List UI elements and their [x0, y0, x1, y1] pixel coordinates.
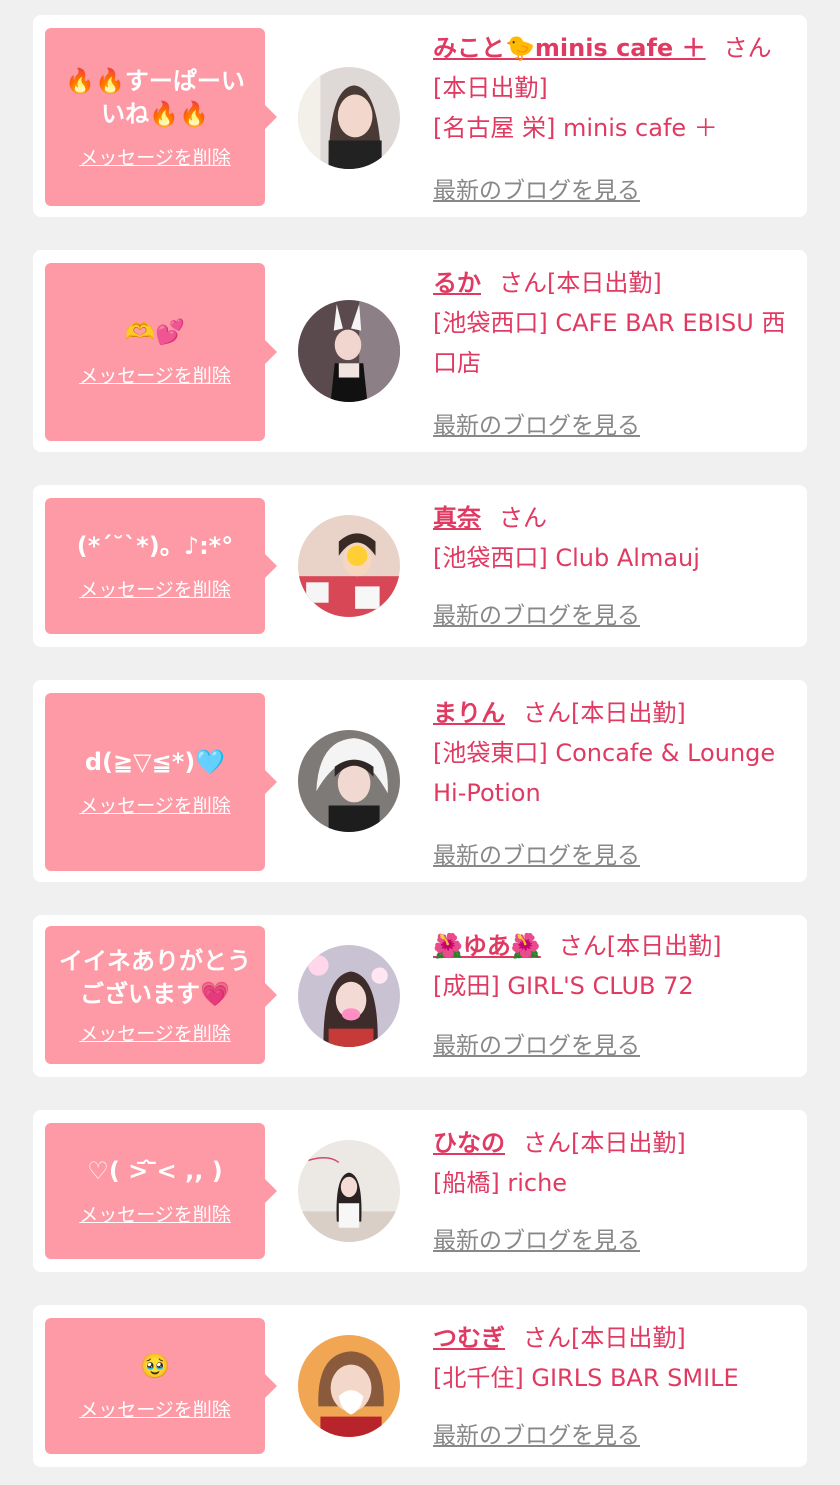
cast-name-link[interactable]: ひなの	[433, 1129, 505, 1157]
delete-message-link[interactable]: メッセージを削除	[79, 791, 231, 818]
shop-detail: [成田] GIRL'S CLUB 72	[433, 972, 694, 1000]
name-suffix: さん[本日出勤]	[523, 1129, 686, 1157]
message-text: 🔥🔥すーぱーい いね🔥🔥	[65, 66, 245, 128]
name-suffix: さん	[499, 504, 547, 532]
latest-blog-link[interactable]: 最新のブログを見る	[433, 1416, 640, 1450]
cast-info: るか さん[本日出勤] [池袋西口] CAFE BAR EBISU 西 口店	[433, 263, 795, 383]
shop-detail: [本日出勤]	[433, 74, 548, 102]
delete-message-link[interactable]: メッセージを削除	[79, 143, 231, 170]
cast-info: ひなの さん[本日出勤] [船橋] riche	[433, 1123, 795, 1203]
message-text: 🥹	[140, 1352, 170, 1380]
cast-name-link[interactable]: みこと🐤minis cafe ＋	[433, 34, 706, 62]
avatar[interactable]	[298, 515, 400, 617]
cast-name-link[interactable]: るか	[433, 269, 481, 297]
message-bubble: (*´˘`*)。♪:*° メッセージを削除	[45, 498, 277, 634]
avatar[interactable]	[298, 945, 400, 1047]
notification-card: 🫶💕 メッセージを削除 るか さん[本日出勤] [池袋西口] CAFE BAR E…	[33, 250, 807, 452]
cast-info: 🌺ゆあ🌺 さん[本日出勤] [成田] GIRL'S CLUB 72	[433, 926, 795, 1006]
shop-detail: [池袋西口] CAFE BAR EBISU 西	[433, 309, 786, 337]
cast-info: まりん さん[本日出勤] [池袋東口] Concafe & Lounge Hi-P…	[433, 693, 795, 813]
cast-info: つむぎ さん[本日出勤] [北千住] GIRLS BAR SMILE	[433, 1318, 795, 1398]
message-text: d(≧▽≦*)🩵	[84, 748, 226, 776]
name-suffix: さん[本日出勤]	[523, 1324, 686, 1352]
message-text: 🫶💕	[125, 318, 185, 346]
notification-card: イイネありがとう ございます💗 メッセージを削除 🌺ゆあ🌺 さん[本日出勤] [成…	[33, 915, 807, 1077]
notification-card: d(≧▽≦*)🩵 メッセージを削除 まりん さん[本日出勤] [池袋東口] Con…	[33, 680, 807, 882]
shop-detail: Hi-Potion	[433, 779, 541, 807]
latest-blog-link[interactable]: 最新のブログを見る	[433, 1221, 640, 1255]
latest-blog-link[interactable]: 最新のブログを見る	[433, 171, 640, 205]
delete-message-link[interactable]: メッセージを削除	[79, 1200, 231, 1227]
delete-message-link[interactable]: メッセージを削除	[79, 361, 231, 388]
shop-detail: [池袋東口] Concafe & Lounge	[433, 739, 776, 767]
latest-blog-link[interactable]: 最新のブログを見る	[433, 836, 640, 870]
avatar[interactable]	[298, 730, 400, 832]
cast-name-link[interactable]: まりん	[433, 699, 505, 727]
name-suffix: さん[本日出勤]	[499, 269, 662, 297]
name-suffix: さん[本日出勤]	[523, 699, 686, 727]
message-bubble: 🥹 メッセージを削除	[45, 1318, 277, 1454]
notification-card: (*´˘`*)。♪:*° メッセージを削除 真奈 さん [池袋西口] Club A…	[33, 485, 807, 647]
shop-detail: [池袋西口] Club Almauj	[433, 544, 700, 572]
shop-detail: [船橋] riche	[433, 1169, 568, 1197]
delete-message-link[interactable]: メッセージを削除	[79, 1395, 231, 1422]
delete-message-link[interactable]: メッセージを削除	[79, 575, 231, 602]
cast-info: みこと🐤minis cafe ＋ さん [本日出勤] [名古屋 栄] minis …	[433, 28, 795, 148]
name-suffix: さん	[723, 34, 772, 62]
latest-blog-link[interactable]: 最新のブログを見る	[433, 406, 640, 440]
message-bubble: d(≧▽≦*)🩵 メッセージを削除	[45, 693, 277, 871]
delete-message-link[interactable]: メッセージを削除	[79, 1019, 231, 1046]
avatar[interactable]	[298, 1140, 400, 1242]
message-bubble: 🔥🔥すーぱーい いね🔥🔥 メッセージを削除	[45, 28, 277, 206]
shop-detail: [名古屋 栄] minis cafe ＋	[433, 114, 718, 142]
message-bubble: 🫶💕 メッセージを削除	[45, 263, 277, 441]
notification-card: ♡( >᷄ ᷅< ,, ) メッセージを削除 ひなの さん[本日出勤] [船橋] …	[33, 1110, 807, 1272]
cast-name-link[interactable]: つむぎ	[433, 1324, 505, 1352]
message-text: ♡( >᷄ ᷅< ,, )	[87, 1157, 223, 1185]
message-bubble: イイネありがとう ございます💗 メッセージを削除	[45, 926, 277, 1064]
message-text: (*´˘`*)。♪:*°	[76, 532, 234, 560]
message-text: イイネありがとう ございます💗	[59, 946, 251, 1008]
notification-card: 🥹 メッセージを削除 つむぎ さん[本日出勤] [北千住] GIRLS BAR S…	[33, 1305, 807, 1467]
shop-detail: 口店	[433, 349, 481, 377]
message-bubble: ♡( >᷄ ᷅< ,, ) メッセージを削除	[45, 1123, 277, 1259]
avatar[interactable]	[298, 300, 400, 402]
shop-detail: [北千住] GIRLS BAR SMILE	[433, 1364, 739, 1392]
avatar[interactable]	[298, 67, 400, 169]
avatar[interactable]	[298, 1335, 400, 1437]
latest-blog-link[interactable]: 最新のブログを見る	[433, 596, 640, 630]
cast-info: 真奈 さん [池袋西口] Club Almauj	[433, 498, 795, 578]
cast-name-link[interactable]: 🌺ゆあ🌺	[433, 932, 541, 960]
notification-card: 🔥🔥すーぱーい いね🔥🔥 メッセージを削除 みこと🐤minis cafe ＋ さん…	[33, 15, 807, 217]
latest-blog-link[interactable]: 最新のブログを見る	[433, 1026, 640, 1060]
cast-name-link[interactable]: 真奈	[433, 504, 481, 532]
name-suffix: さん[本日出勤]	[558, 932, 722, 960]
